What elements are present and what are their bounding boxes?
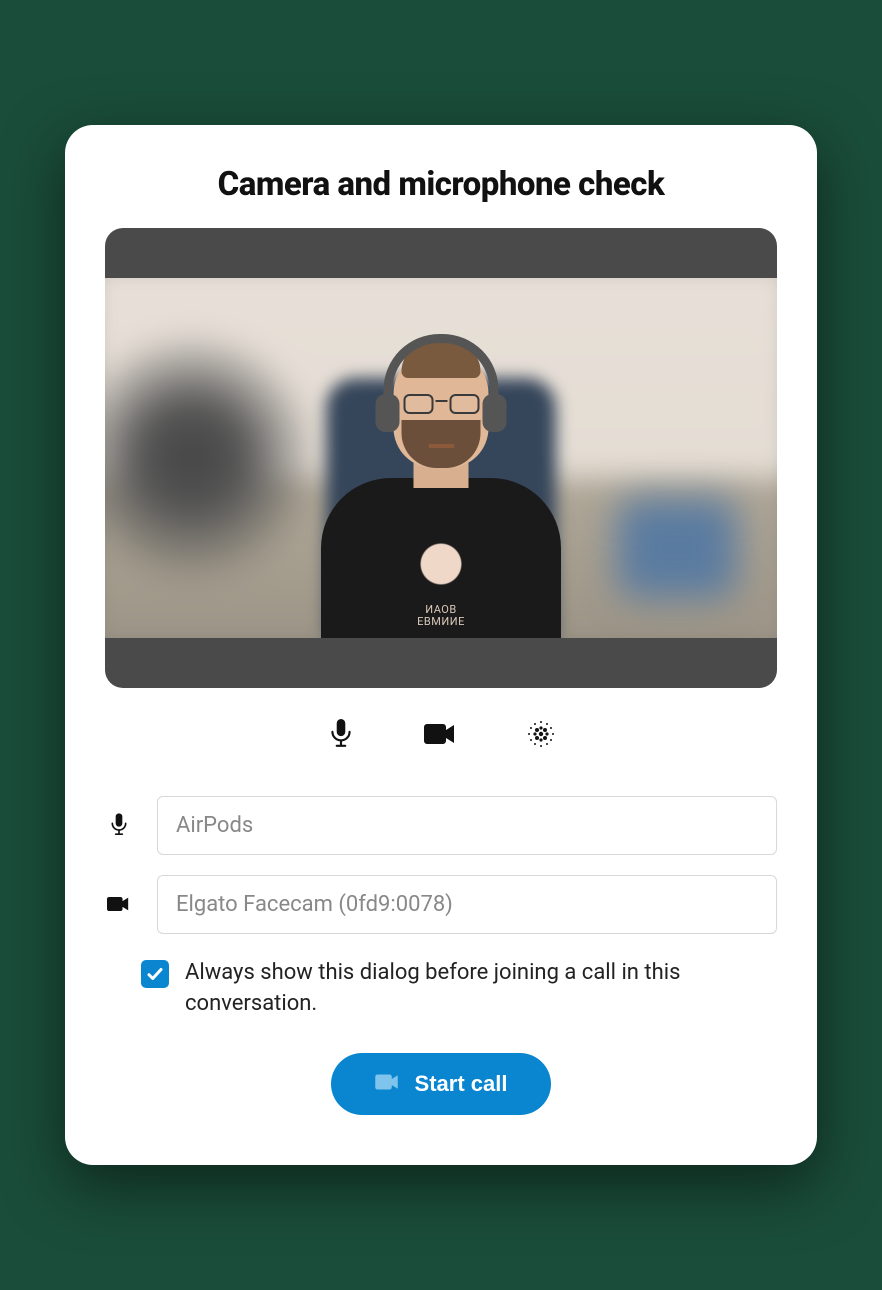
start-call-button[interactable]: Start call bbox=[331, 1053, 551, 1115]
device-check-dialog: Camera and microphone check ИАОB ЕВМИИЕ bbox=[65, 125, 817, 1166]
camera-preview: ИАОB ЕВМИИЕ bbox=[105, 228, 777, 688]
blur-icon bbox=[526, 719, 556, 753]
camera-icon bbox=[424, 722, 458, 750]
toggle-blur-button[interactable] bbox=[521, 716, 561, 756]
camera-row: Elgato Facecam (0fd9:0078) bbox=[105, 875, 777, 934]
microphone-select[interactable]: AirPods bbox=[157, 796, 777, 855]
microphone-icon bbox=[105, 813, 133, 837]
toggle-camera-button[interactable] bbox=[421, 716, 461, 756]
camera-icon bbox=[105, 895, 133, 913]
camera-select[interactable]: Elgato Facecam (0fd9:0078) bbox=[157, 875, 777, 934]
always-show-label: Always show this dialog before joining a… bbox=[185, 958, 777, 1020]
toggle-mic-button[interactable] bbox=[321, 716, 361, 756]
always-show-row: Always show this dialog before joining a… bbox=[141, 958, 777, 1020]
camera-preview-frame: ИАОB ЕВМИИЕ bbox=[105, 278, 777, 638]
camera-icon bbox=[375, 1071, 401, 1097]
microphone-row: AirPods bbox=[105, 796, 777, 855]
always-show-checkbox[interactable] bbox=[141, 960, 169, 988]
media-controls bbox=[105, 716, 777, 756]
microphone-icon bbox=[328, 719, 354, 753]
dialog-title: Camera and microphone check bbox=[105, 165, 777, 204]
start-call-label: Start call bbox=[415, 1071, 508, 1097]
